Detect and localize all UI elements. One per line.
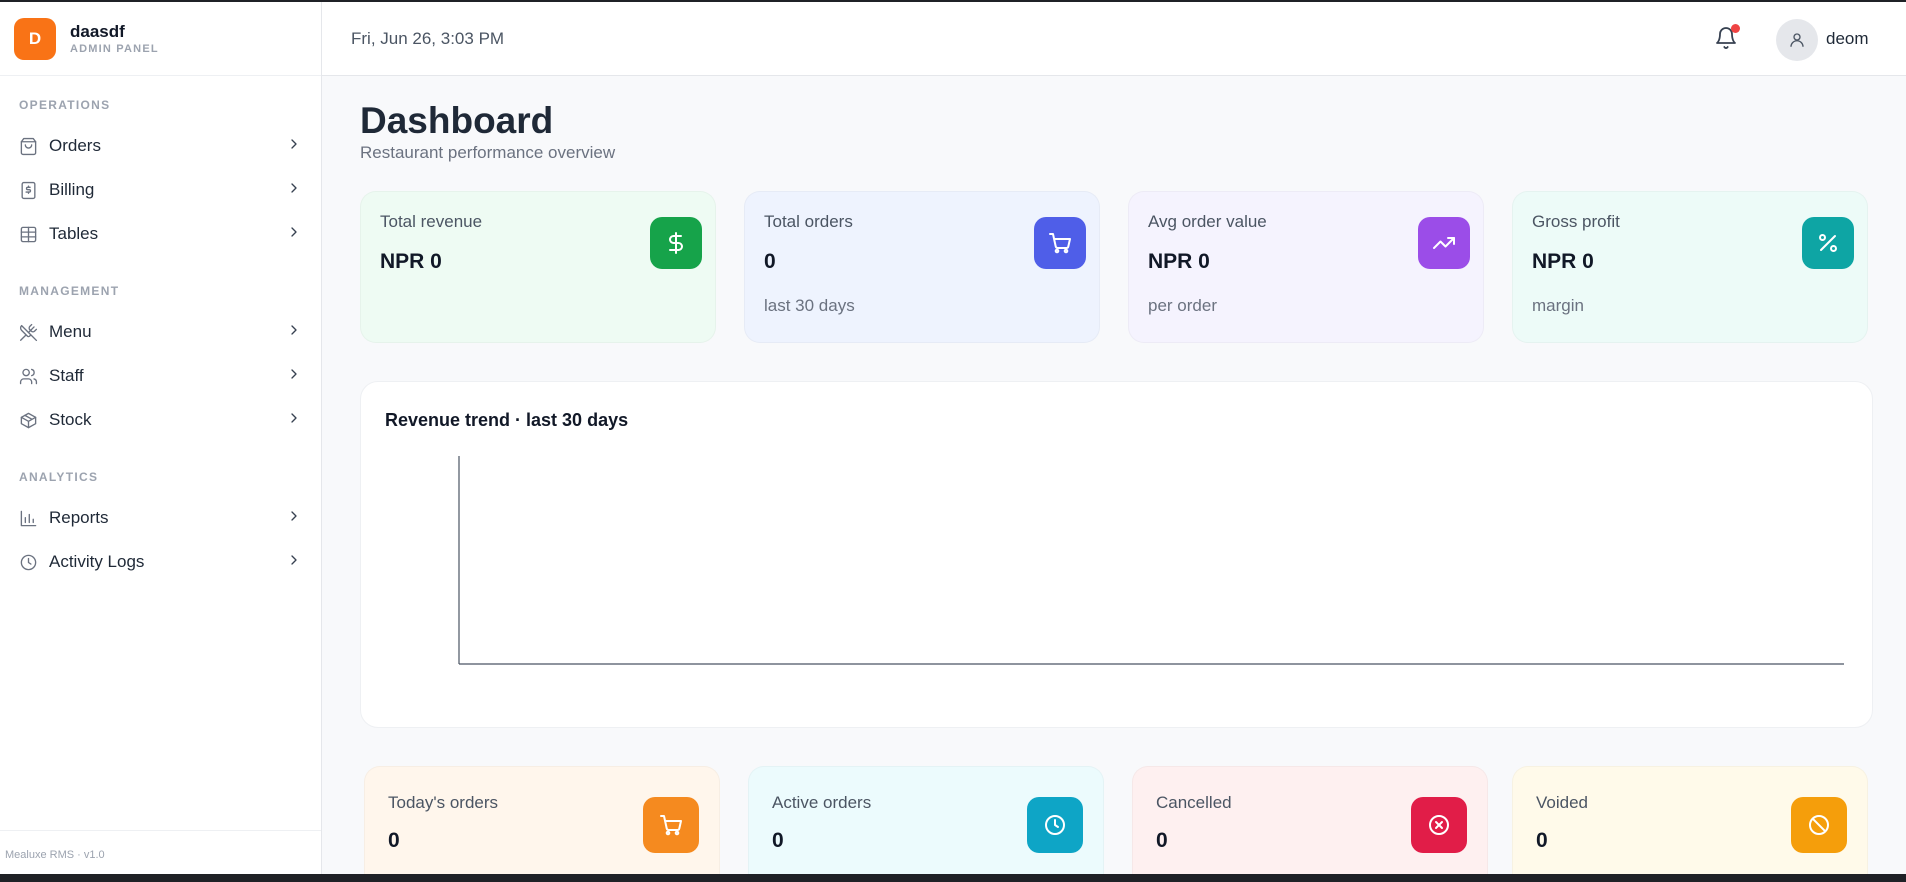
chevron-right-icon xyxy=(286,180,302,201)
chevron-right-icon xyxy=(286,322,302,343)
cart-icon xyxy=(1034,217,1086,269)
app-window: D daasdf ADMIN PANEL OPERATIONS Orders B… xyxy=(0,2,1906,874)
receipt-icon xyxy=(19,181,49,200)
kpi-value: 0 xyxy=(764,250,776,273)
sidebar-item-staff[interactable]: Staff xyxy=(19,354,302,398)
kpi-card-total-orders: Total orders 0 last 30 days xyxy=(744,191,1100,343)
kpi-footnote: per order xyxy=(1148,296,1217,315)
sidebar-item-menu[interactable]: Menu xyxy=(19,310,302,354)
stat-value: 0 xyxy=(1536,829,1548,852)
cart-icon xyxy=(643,797,699,853)
kpi-value: NPR 0 xyxy=(1148,250,1210,273)
table-icon xyxy=(19,225,49,244)
page-subtitle: Restaurant performance overview xyxy=(360,143,616,162)
brand-subtitle: ADMIN PANEL xyxy=(70,42,159,55)
utensils-icon xyxy=(19,323,49,342)
kpi-value: NPR 0 xyxy=(380,250,442,273)
sidebar-item-label: Tables xyxy=(49,224,99,243)
sidebar-footer: Mealuxe RMS · v1.0 xyxy=(0,830,321,874)
clock-icon xyxy=(19,553,49,572)
stat-card-cancelled: Cancelled 0 xyxy=(1132,766,1488,874)
kpi-label: Gross profit xyxy=(1532,212,1620,231)
bar-chart-icon xyxy=(19,509,49,528)
stat-label: Today's orders xyxy=(388,793,499,812)
sidebar-item-label: Reports xyxy=(49,508,109,527)
top-header: Fri, Jun 26, 3:03 PM deom xyxy=(322,2,1906,76)
chevron-right-icon xyxy=(286,410,302,431)
section-title: MANAGEMENT xyxy=(19,284,120,298)
sidebar-item-tables[interactable]: Tables xyxy=(19,212,302,256)
stat-card-active-orders: Active orders 0 xyxy=(748,766,1104,874)
brand-name: daasdf xyxy=(70,21,125,41)
sidebar-item-reports[interactable]: Reports xyxy=(19,496,302,540)
sidebar-item-activity-logs[interactable]: Activity Logs xyxy=(19,540,302,584)
ban-icon xyxy=(1791,797,1847,853)
notification-bell-icon[interactable] xyxy=(1714,24,1740,52)
notification-dot xyxy=(1731,24,1740,33)
brand[interactable]: D daasdf ADMIN PANEL xyxy=(0,2,321,76)
stat-card-voided: Voided 0 xyxy=(1512,766,1868,874)
package-icon xyxy=(19,411,49,430)
sidebar-item-billing[interactable]: Billing xyxy=(19,168,302,212)
sidebar-item-label: Activity Logs xyxy=(49,552,145,571)
chevron-right-icon xyxy=(286,224,302,245)
kpi-card-avg-order-value: Avg order value NPR 0 per order xyxy=(1128,191,1484,343)
users-icon xyxy=(19,367,49,386)
chevron-right-icon xyxy=(286,552,302,573)
user-icon xyxy=(1790,33,1804,47)
sidebar-item-label: Staff xyxy=(49,366,84,385)
chart-plot-area xyxy=(458,456,1844,665)
sidebar-item-label: Menu xyxy=(49,322,92,341)
kpi-card-gross-profit: Gross profit NPR 0 margin xyxy=(1512,191,1868,343)
dollar-icon xyxy=(650,217,702,269)
sidebar-item-label: Stock xyxy=(49,410,92,429)
stat-card-todays-orders: Today's orders 0 xyxy=(364,766,720,874)
kpi-label: Avg order value xyxy=(1148,212,1267,231)
stat-value: 0 xyxy=(772,829,784,852)
stat-value: 0 xyxy=(1156,829,1168,852)
header-datetime: Fri, Jun 26, 3:03 PM xyxy=(351,29,505,48)
kpi-card-total-revenue: Total revenue NPR 0 xyxy=(360,191,716,343)
section-title: OPERATIONS xyxy=(19,98,111,112)
stat-value: 0 xyxy=(388,829,400,852)
sidebar-item-label: Billing xyxy=(49,180,95,199)
shopping-bag-icon xyxy=(19,137,49,156)
kpi-footnote: last 30 days xyxy=(764,296,855,315)
kpi-label: Total revenue xyxy=(380,212,483,231)
kpi-footnote: margin xyxy=(1532,296,1584,315)
sidebar-item-orders[interactable]: Orders xyxy=(19,124,302,168)
stat-label: Active orders xyxy=(772,793,872,812)
brand-logo: D xyxy=(14,17,56,60)
revenue-trend-chart: Revenue trend · last 30 days xyxy=(360,381,1873,728)
chevron-right-icon xyxy=(286,366,302,387)
trending-up-icon xyxy=(1418,217,1470,269)
chevron-right-icon xyxy=(286,136,302,157)
user-avatar[interactable] xyxy=(1776,19,1818,61)
nav-section-management: MANAGEMENT Menu Staff Stock xyxy=(0,281,321,442)
nav-section-analytics: ANALYTICS Reports Activity Logs xyxy=(0,467,321,584)
kpi-value: NPR 0 xyxy=(1532,250,1594,273)
user-name[interactable]: deom xyxy=(1826,29,1869,49)
sidebar-item-label: Orders xyxy=(49,136,101,155)
sidebar: D daasdf ADMIN PANEL OPERATIONS Orders B… xyxy=(0,2,322,874)
chevron-right-icon xyxy=(286,508,302,529)
section-title: ANALYTICS xyxy=(19,470,99,484)
percent-icon xyxy=(1802,217,1854,269)
kpi-label: Total orders xyxy=(764,212,853,231)
clock-icon xyxy=(1027,797,1083,853)
page-title: Dashboard xyxy=(360,100,554,141)
sidebar-item-stock[interactable]: Stock xyxy=(19,398,302,442)
x-circle-icon xyxy=(1411,797,1467,853)
nav-section-operations: OPERATIONS Orders Billing Tables xyxy=(0,95,321,256)
stat-label: Voided xyxy=(1536,793,1588,812)
stat-label: Cancelled xyxy=(1156,793,1232,812)
